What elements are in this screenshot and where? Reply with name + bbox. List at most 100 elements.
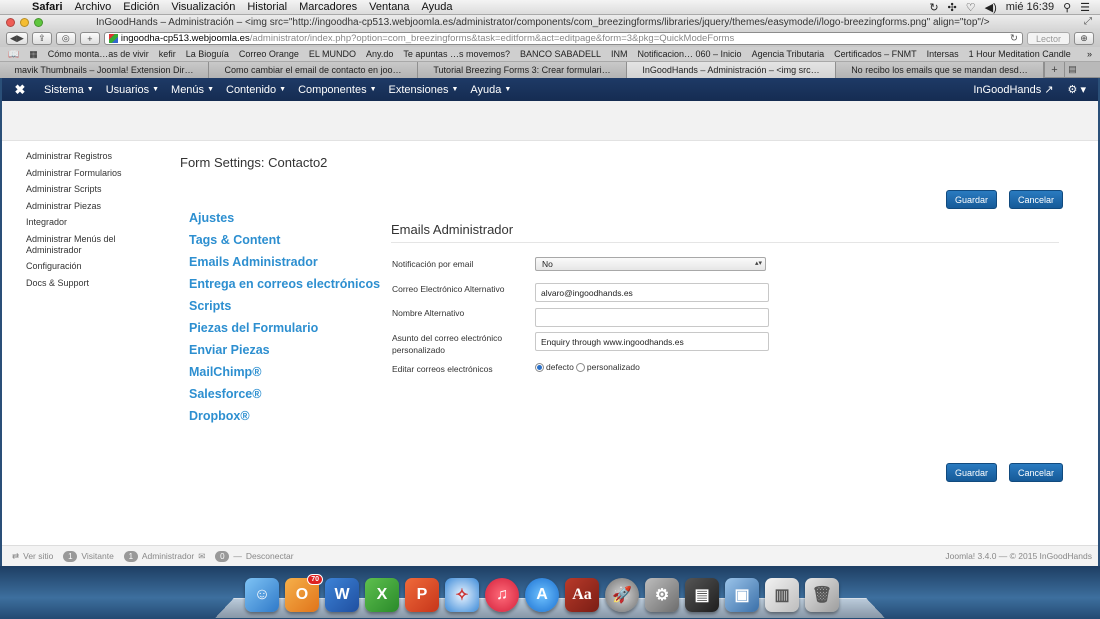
settings-menu-ajustes[interactable]: Ajustes bbox=[189, 211, 380, 225]
back-button[interactable]: ◀▶ bbox=[6, 32, 28, 45]
wifi-icon[interactable]: ♡ bbox=[966, 1, 976, 14]
bookmark-item[interactable]: INM bbox=[611, 49, 628, 59]
radio-custom-label[interactable]: personalizado bbox=[587, 362, 640, 372]
tab-overview-icon[interactable]: ▤ bbox=[1064, 62, 1080, 77]
radio-default-label[interactable]: defecto bbox=[546, 362, 574, 372]
settings-menu-entrega-correos[interactable]: Entrega en correos electrónicos bbox=[189, 277, 380, 291]
nav-menu-componentes[interactable]: Componentes ▼ bbox=[292, 84, 382, 96]
bookmark-item[interactable]: La Bioguía bbox=[186, 49, 229, 59]
bookmark-item[interactable]: kefir bbox=[159, 49, 176, 59]
view-site-icon[interactable]: ⇄ bbox=[12, 551, 19, 562]
joomla-logo-icon[interactable]: ✖ bbox=[2, 82, 38, 98]
menu-ayuda[interactable]: Ayuda bbox=[416, 1, 459, 13]
menu-historial[interactable]: Historial bbox=[241, 1, 293, 13]
itunes-icon[interactable]: ♫ bbox=[485, 578, 519, 612]
bookmark-item[interactable]: BANCO SABADELL bbox=[520, 49, 601, 59]
notification-center-icon[interactable]: ☰ bbox=[1080, 1, 1090, 14]
system-preferences-icon[interactable]: ⚙ bbox=[645, 578, 679, 612]
bookmark-item[interactable]: 1 Hour Meditation Candle bbox=[969, 49, 1071, 59]
settings-menu-piezas-formulario[interactable]: Piezas del Formulario bbox=[189, 321, 380, 335]
reload-icon[interactable]: ↻ bbox=[1010, 33, 1018, 44]
powerpoint-icon[interactable]: P bbox=[405, 578, 439, 612]
menu-ventana[interactable]: Ventana bbox=[363, 1, 415, 13]
bookmark-item[interactable]: Te apuntas …s movemos? bbox=[403, 49, 510, 59]
share-button[interactable]: ⇪ bbox=[31, 32, 52, 45]
bookmark-item[interactable]: Agencia Tributaria bbox=[752, 49, 825, 59]
nav-menu-menus[interactable]: Menús ▼ bbox=[165, 84, 220, 96]
reader-button[interactable]: Lector bbox=[1026, 32, 1070, 45]
messages-icon[interactable]: ✉ bbox=[198, 551, 205, 562]
settings-menu-scripts[interactable]: Scripts bbox=[189, 299, 380, 313]
settings-menu-emails-admin[interactable]: Emails Administrador bbox=[189, 255, 380, 269]
alt-email-field[interactable] bbox=[535, 283, 769, 302]
bookmark-item[interactable]: EL MUNDO bbox=[309, 49, 356, 59]
app-store-icon[interactable]: A bbox=[525, 578, 559, 612]
bookmarks-overflow-icon[interactable]: » bbox=[1087, 49, 1100, 59]
sidebar-item-scripts[interactable]: Administrar Scripts bbox=[26, 184, 146, 195]
bookmark-item[interactable]: Notificacion… 060 – Inicio bbox=[638, 49, 742, 59]
bookmark-item[interactable]: Any.do bbox=[366, 49, 393, 59]
bookmark-item[interactable]: Correo Orange bbox=[239, 49, 299, 59]
settings-menu-dropbox[interactable]: Dropbox® bbox=[189, 409, 380, 423]
top-sites-icon[interactable]: ▦ bbox=[29, 49, 38, 60]
browser-tab[interactable]: Como cambiar el email de contacto en joo… bbox=[209, 62, 418, 78]
sidebar-item-menus-admin[interactable]: Administrar Menús del Administrador bbox=[26, 234, 146, 256]
add-bookmark-button[interactable]: + bbox=[79, 32, 100, 45]
excel-icon[interactable]: X bbox=[365, 578, 399, 612]
notification-select[interactable]: No ▴▾ bbox=[535, 257, 766, 271]
preview-icon[interactable]: ▣ bbox=[725, 578, 759, 612]
trash-icon[interactable]: 🗑 bbox=[805, 578, 839, 612]
view-site-link[interactable]: Ver sitio bbox=[23, 551, 53, 561]
printer-icon[interactable]: ▤ bbox=[685, 578, 719, 612]
downloads-button[interactable]: ⊕ bbox=[1074, 32, 1094, 45]
browser-tab-active[interactable]: InGoodHands – Administración – <img src… bbox=[627, 62, 836, 78]
settings-gear-icon[interactable]: ⚙ ▾ bbox=[1068, 83, 1086, 96]
volume-icon[interactable]: ◀) bbox=[985, 1, 997, 14]
launchpad-icon[interactable]: 🚀 bbox=[605, 578, 639, 612]
time-machine-icon[interactable]: ↻ bbox=[929, 1, 938, 14]
bookmark-item[interactable]: Intersas bbox=[927, 49, 959, 59]
menubar-clock[interactable]: mié 16:39 bbox=[1006, 1, 1054, 13]
reading-list-icon[interactable]: 📖 bbox=[8, 49, 19, 60]
outlook-icon[interactable]: O 70 bbox=[285, 574, 323, 612]
documents-stack-icon[interactable]: ▥ bbox=[765, 578, 799, 612]
nav-menu-sistema[interactable]: Sistema ▼ bbox=[38, 84, 100, 96]
settings-menu-enviar-piezas[interactable]: Enviar Piezas bbox=[189, 343, 380, 357]
menu-archivo[interactable]: Archivo bbox=[69, 1, 118, 13]
nav-menu-contenido[interactable]: Contenido ▼ bbox=[220, 84, 292, 96]
logout-icon[interactable]: — bbox=[233, 551, 242, 561]
sidebar-item-piezas[interactable]: Administrar Piezas bbox=[26, 201, 146, 212]
sidebar-item-integrador[interactable]: Integrador bbox=[26, 217, 146, 228]
nav-menu-usuarios[interactable]: Usuarios ▼ bbox=[100, 84, 165, 96]
close-window-button[interactable] bbox=[6, 18, 15, 27]
icloud-tabs-button[interactable]: ◎ bbox=[55, 32, 76, 45]
menu-edicion[interactable]: Edición bbox=[117, 1, 165, 13]
menu-marcadores[interactable]: Marcadores bbox=[293, 1, 363, 13]
sidebar-item-formularios[interactable]: Administrar Formularios bbox=[26, 168, 146, 179]
safari-icon[interactable]: ✧ bbox=[445, 578, 479, 612]
site-link[interactable]: InGoodHands ↗ bbox=[973, 83, 1053, 96]
logout-link[interactable]: Desconectar bbox=[246, 551, 294, 561]
word-icon[interactable]: W bbox=[325, 578, 359, 612]
cancel-button-top[interactable]: Cancelar bbox=[1009, 190, 1063, 209]
menu-safari[interactable]: Safari bbox=[26, 1, 69, 13]
bookmark-item[interactable]: Certificados – FNMT bbox=[834, 49, 917, 59]
settings-menu-mailchimp[interactable]: MailChimp® bbox=[189, 365, 380, 379]
radio-default[interactable] bbox=[535, 362, 544, 372]
new-tab-icon[interactable]: + bbox=[1044, 62, 1064, 77]
spotlight-icon[interactable]: ⚲ bbox=[1063, 1, 1071, 14]
sidebar-item-registros[interactable]: Administrar Registros bbox=[26, 151, 146, 162]
sidebar-item-configuracion[interactable]: Configuración bbox=[26, 261, 146, 272]
alt-name-field[interactable] bbox=[535, 308, 769, 327]
cancel-button-bottom[interactable]: Cancelar bbox=[1009, 463, 1063, 482]
nav-menu-ayuda[interactable]: Ayuda ▼ bbox=[464, 84, 517, 96]
subject-field[interactable] bbox=[535, 332, 769, 351]
minimize-window-button[interactable] bbox=[20, 18, 29, 27]
settings-menu-tags-content[interactable]: Tags & Content bbox=[189, 233, 380, 247]
save-button-bottom[interactable]: Guardar bbox=[946, 463, 997, 482]
nav-menu-extensiones[interactable]: Extensiones ▼ bbox=[383, 84, 465, 96]
sidebar-item-docs-support[interactable]: Docs & Support bbox=[26, 278, 146, 289]
url-field[interactable]: ingoodha-cp513.webjoomla.es /administrat… bbox=[103, 32, 1023, 45]
menu-visualizacion[interactable]: Visualización bbox=[165, 1, 241, 13]
radio-custom[interactable] bbox=[575, 362, 585, 372]
